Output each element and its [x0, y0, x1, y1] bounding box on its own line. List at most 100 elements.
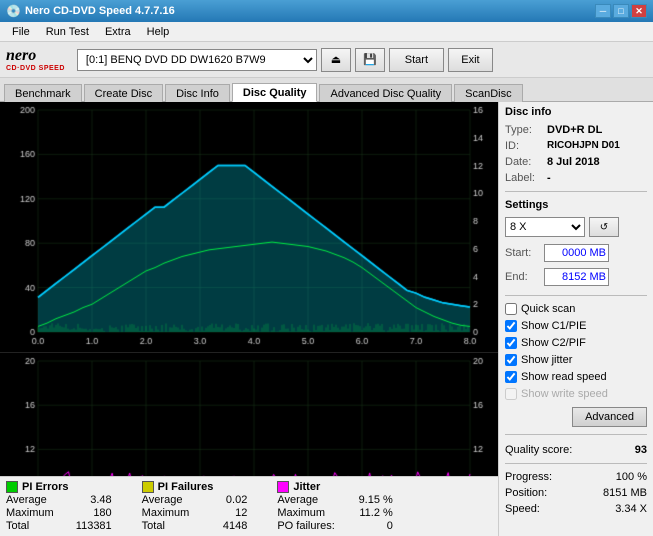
- pi-failures-avg-label: Average: [142, 494, 183, 506]
- jitter-po-row: PO failures: 0: [277, 520, 392, 532]
- progress-val: 100 %: [616, 471, 647, 483]
- tab-create-disc[interactable]: Create Disc: [84, 84, 163, 102]
- end-field: End:: [505, 268, 647, 286]
- exit-button[interactable]: Exit: [448, 48, 493, 72]
- speed-select[interactable]: 8 X: [505, 217, 585, 237]
- tab-disc-info[interactable]: Disc Info: [165, 84, 230, 102]
- disc-id-val: RICOHJPN D01: [547, 140, 620, 152]
- pi-errors-total-label: Total: [6, 520, 29, 532]
- drive-select[interactable]: [0:1] BENQ DVD DD DW1620 B7W9: [77, 49, 317, 71]
- show-c1-checkbox[interactable]: [505, 320, 517, 332]
- title-bar: 💿 Nero CD-DVD Speed 4.7.7.16 ─ □ ✕: [0, 0, 653, 22]
- quality-score-val: 93: [635, 444, 647, 456]
- show-jitter-checkbox[interactable]: [505, 354, 517, 366]
- pi-failures-total-val: 4148: [197, 520, 247, 532]
- disc-id-row: ID: RICOHJPN D01: [505, 140, 647, 152]
- quality-score-row: Quality score: 93: [505, 444, 647, 456]
- show-c2-checkbox[interactable]: [505, 337, 517, 349]
- show-write-speed-label: Show write speed: [521, 388, 608, 400]
- menu-help[interactable]: Help: [139, 24, 178, 40]
- disc-type-row: Type: DVD+R DL: [505, 124, 647, 136]
- disc-type-label: Type:: [505, 124, 543, 136]
- disc-label-val: -: [547, 172, 551, 184]
- quality-score-label: Quality score:: [505, 444, 572, 456]
- speed-val: 3.34 X: [615, 503, 647, 515]
- progress-row: Progress: 100 %: [505, 471, 647, 483]
- advanced-button[interactable]: Advanced: [572, 407, 647, 427]
- menu-extra[interactable]: Extra: [97, 24, 139, 40]
- disc-eject-button[interactable]: ⏏: [321, 48, 351, 72]
- position-val: 8151 MB: [603, 487, 647, 499]
- show-jitter-row: Show jitter: [505, 354, 647, 366]
- disc-date-val: 8 Jul 2018: [547, 156, 600, 168]
- bottom-chart: [0, 353, 498, 476]
- tab-advanced-disc-quality[interactable]: Advanced Disc Quality: [319, 84, 452, 102]
- jitter-max-label: Maximum: [277, 507, 325, 519]
- pi-failures-stats: PI Failures Average 0.02 Maximum 12 Tota…: [142, 481, 248, 532]
- menu-file[interactable]: File: [4, 24, 38, 40]
- show-read-speed-row: Show read speed: [505, 371, 647, 383]
- jitter-po-label: PO failures:: [277, 520, 334, 532]
- charts-panel: PI Errors Average 3.48 Maximum 180 Total…: [0, 102, 498, 536]
- disc-type-val: DVD+R DL: [547, 124, 602, 136]
- pi-errors-total-val: 113381: [62, 520, 112, 532]
- start-field: Start:: [505, 244, 647, 262]
- disc-date-row: Date: 8 Jul 2018: [505, 156, 647, 168]
- pi-errors-stats: PI Errors Average 3.48 Maximum 180 Total…: [6, 481, 112, 532]
- pi-failures-total-label: Total: [142, 520, 165, 532]
- settings-refresh-button[interactable]: ↺: [589, 217, 619, 237]
- settings-title: Settings: [505, 199, 647, 211]
- start-button[interactable]: Start: [389, 48, 444, 72]
- position-label: Position:: [505, 487, 547, 499]
- disc-label-label: Label:: [505, 172, 543, 184]
- logo-sub: CD·DVD SPEED: [6, 65, 65, 72]
- divider-2: [505, 295, 647, 296]
- pi-errors-avg-label: Average: [6, 494, 47, 506]
- tab-benchmark[interactable]: Benchmark: [4, 84, 82, 102]
- show-c2-label: Show C2/PIF: [521, 337, 586, 349]
- close-button[interactable]: ✕: [631, 4, 647, 18]
- show-write-speed-checkbox: [505, 388, 517, 400]
- speed-row-2: Speed: 3.34 X: [505, 503, 647, 515]
- jitter-label: Jitter: [293, 481, 320, 493]
- jitter-avg-val: 9.15 %: [343, 494, 393, 506]
- tab-scandisc[interactable]: ScanDisc: [454, 84, 522, 102]
- start-input[interactable]: [544, 244, 609, 262]
- jitter-stats: Jitter Average 9.15 % Maximum 11.2 % PO …: [277, 481, 392, 532]
- disc-date-label: Date:: [505, 156, 543, 168]
- maximize-button[interactable]: □: [613, 4, 629, 18]
- quick-scan-checkbox[interactable]: [505, 303, 517, 315]
- pi-errors-avg-val: 3.48: [62, 494, 112, 506]
- show-read-speed-label: Show read speed: [521, 371, 607, 383]
- show-jitter-label: Show jitter: [521, 354, 572, 366]
- pi-errors-total-row: Total 113381: [6, 520, 112, 532]
- menu-run-test[interactable]: Run Test: [38, 24, 97, 40]
- save-button[interactable]: 💾: [355, 48, 385, 72]
- end-input[interactable]: [544, 268, 609, 286]
- app-title: Nero CD-DVD Speed 4.7.7.16: [25, 5, 175, 17]
- disc-id-label: ID:: [505, 140, 543, 152]
- show-c1-row: Show C1/PIE: [505, 320, 647, 332]
- pi-errors-label: PI Errors: [22, 481, 68, 493]
- jitter-color: [277, 481, 289, 493]
- start-label: Start:: [505, 247, 540, 259]
- jitter-avg-label: Average: [277, 494, 318, 506]
- pi-errors-max-row: Maximum 180: [6, 507, 112, 519]
- pi-failures-total-row: Total 4148: [142, 520, 248, 532]
- pi-failures-max-val: 12: [197, 507, 247, 519]
- speed-label: Speed:: [505, 503, 540, 515]
- progress-label: Progress:: [505, 471, 552, 483]
- logo-nero: nero: [6, 47, 36, 65]
- pi-errors-avg-row: Average 3.48: [6, 494, 112, 506]
- disc-info-title: Disc info: [505, 106, 647, 118]
- pi-failures-label: PI Failures: [158, 481, 214, 493]
- tab-disc-quality[interactable]: Disc Quality: [232, 83, 318, 102]
- quick-scan-label: Quick scan: [521, 303, 575, 315]
- minimize-button[interactable]: ─: [595, 4, 611, 18]
- jitter-max-row: Maximum 11.2 %: [277, 507, 392, 519]
- jitter-avg-row: Average 9.15 %: [277, 494, 392, 506]
- divider-3: [505, 434, 647, 435]
- show-read-speed-checkbox[interactable]: [505, 371, 517, 383]
- charts-row: [0, 102, 498, 476]
- logo: nero CD·DVD SPEED: [6, 47, 65, 72]
